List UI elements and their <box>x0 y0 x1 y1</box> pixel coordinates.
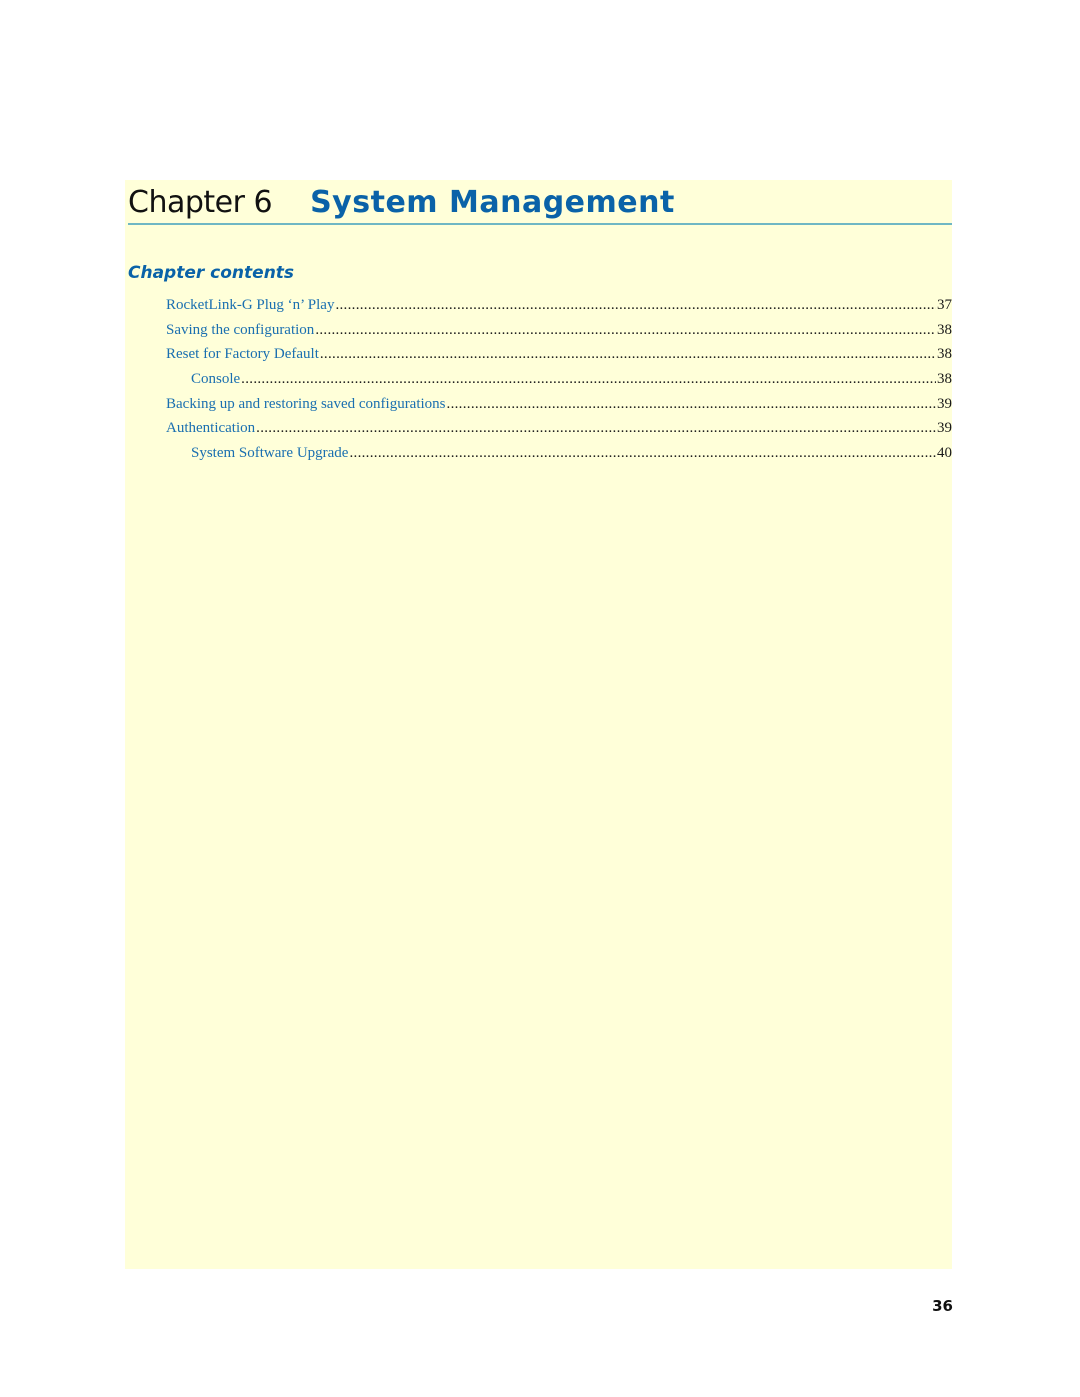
contents-heading: Chapter contents <box>128 263 295 283</box>
toc-leader-dots <box>315 318 936 343</box>
toc-entry-factory-default[interactable]: Reset for Factory Default 38 <box>166 342 952 367</box>
table-of-contents: RocketLink-G Plug ‘n’ Play 37 Saving the… <box>166 293 952 466</box>
toc-leader-dots <box>320 342 936 367</box>
toc-leader-dots <box>349 441 936 466</box>
toc-entry-plug-n-play[interactable]: RocketLink-G Plug ‘n’ Play 37 <box>166 293 952 318</box>
toc-entry-page: 39 <box>937 395 952 412</box>
chapter-label: Chapter 6 <box>128 184 273 220</box>
toc-entry-page: 40 <box>937 445 952 462</box>
toc-entry-page: 38 <box>937 321 952 338</box>
toc-entry-label[interactable]: System Software Upgrade <box>191 441 348 466</box>
chapter-name: System Management <box>310 184 675 220</box>
toc-entry-page: 37 <box>937 297 952 313</box>
toc-leader-dots <box>241 367 936 392</box>
toc-entry-label[interactable]: RocketLink-G Plug ‘n’ Play <box>166 293 334 318</box>
chapter-title: Chapter 6 System Management <box>128 180 675 224</box>
toc-entry-label[interactable]: Backing up and restoring saved configura… <box>166 392 446 417</box>
toc-leader-dots <box>256 416 936 441</box>
toc-entry-label[interactable]: Saving the configuration <box>166 318 314 343</box>
toc-entry-software-upgrade[interactable]: System Software Upgrade 40 <box>166 441 952 466</box>
toc-entry-page: 39 <box>937 420 952 437</box>
toc-entry-backing-up[interactable]: Backing up and restoring saved configura… <box>166 392 952 417</box>
toc-entry-label[interactable]: Authentication <box>166 416 255 441</box>
toc-entry-page: 38 <box>937 346 952 363</box>
toc-entry-label[interactable]: Console <box>191 367 240 392</box>
toc-entry-authentication[interactable]: Authentication 39 <box>166 416 952 441</box>
toc-entry-console[interactable]: Console 38 <box>166 367 952 392</box>
toc-entry-saving-configuration[interactable]: Saving the configuration 38 <box>166 318 952 343</box>
page-number: 36 <box>932 1297 953 1315</box>
toc-entry-page: 38 <box>937 371 952 388</box>
toc-entry-label[interactable]: Reset for Factory Default <box>166 342 319 367</box>
title-rule <box>128 223 952 225</box>
toc-leader-dots <box>447 392 936 417</box>
toc-leader-dots <box>335 293 936 318</box>
